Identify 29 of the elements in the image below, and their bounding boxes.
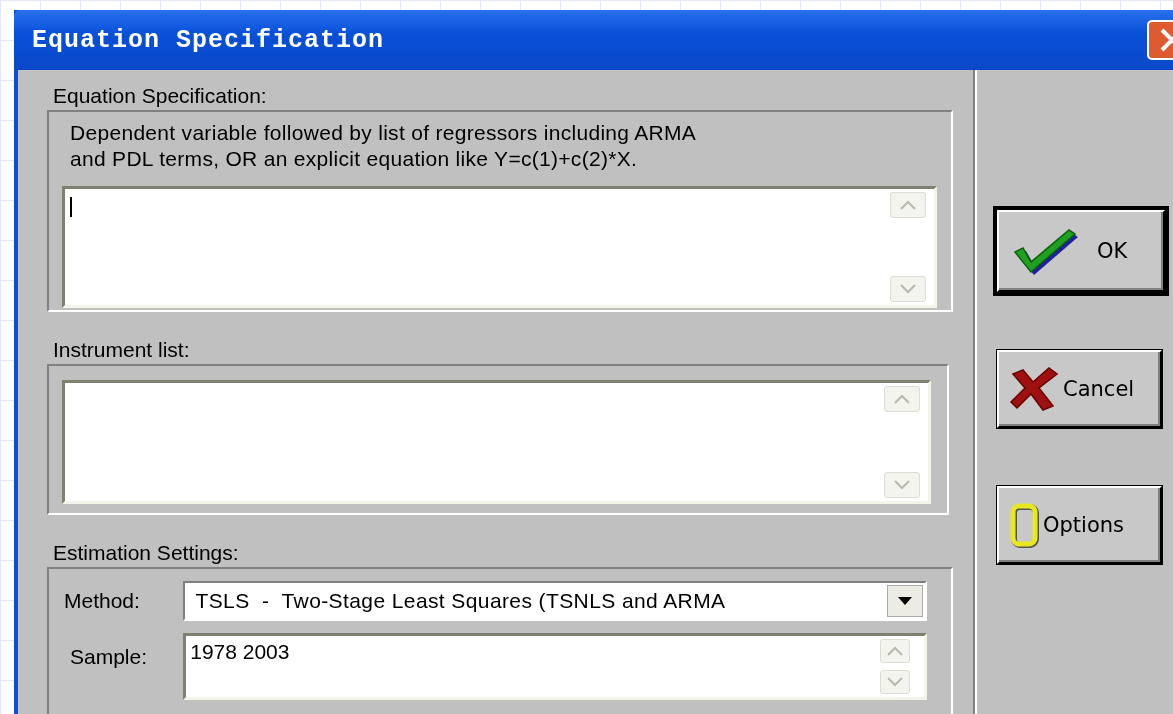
help-text: Dependent variable followed by list of regressors including ARMA and PDL terms, OR an explicit equation like Y=c(1)+c(2)*X.	[69, 120, 698, 172]
scroll-down-button[interactable]	[880, 670, 910, 694]
scroll-down-button[interactable]	[890, 276, 926, 302]
chevron-up-icon	[885, 645, 905, 657]
method-dropdown[interactable]: TSLS - Two-Stage Least Squares (TSNLS and ARMA	[183, 581, 927, 621]
group-label: Instrument list:	[52, 338, 191, 363]
window-title: Equation Specification	[32, 25, 385, 55]
instrument-field[interactable]	[62, 380, 931, 504]
cancel-button[interactable]: Cancel	[997, 350, 1162, 428]
chevron-down-icon	[898, 283, 918, 295]
sample-value: 1978 2003	[189, 639, 290, 665]
chevron-up-icon	[892, 393, 912, 405]
group-label: Equation Specification:	[52, 84, 268, 109]
method-label: Method:	[63, 589, 141, 613]
chevron-up-icon	[898, 199, 918, 211]
chevron-down-icon	[892, 479, 912, 491]
options-button[interactable]: Options	[997, 486, 1162, 564]
text-cursor	[70, 197, 72, 217]
scroll-up-button[interactable]	[880, 639, 910, 663]
scroll-up-button[interactable]	[884, 386, 920, 412]
scroll-down-button[interactable]	[884, 472, 920, 498]
equation-field[interactable]	[62, 186, 937, 308]
sample-field[interactable]: 1978 2003	[183, 633, 927, 700]
sample-label: Sample:	[69, 645, 149, 669]
chevron-down-icon	[885, 676, 905, 688]
cross-icon	[1009, 366, 1059, 412]
group-label: Estimation Settings:	[52, 541, 240, 566]
ring-icon	[1009, 502, 1039, 548]
scroll-up-button[interactable]	[890, 192, 926, 218]
